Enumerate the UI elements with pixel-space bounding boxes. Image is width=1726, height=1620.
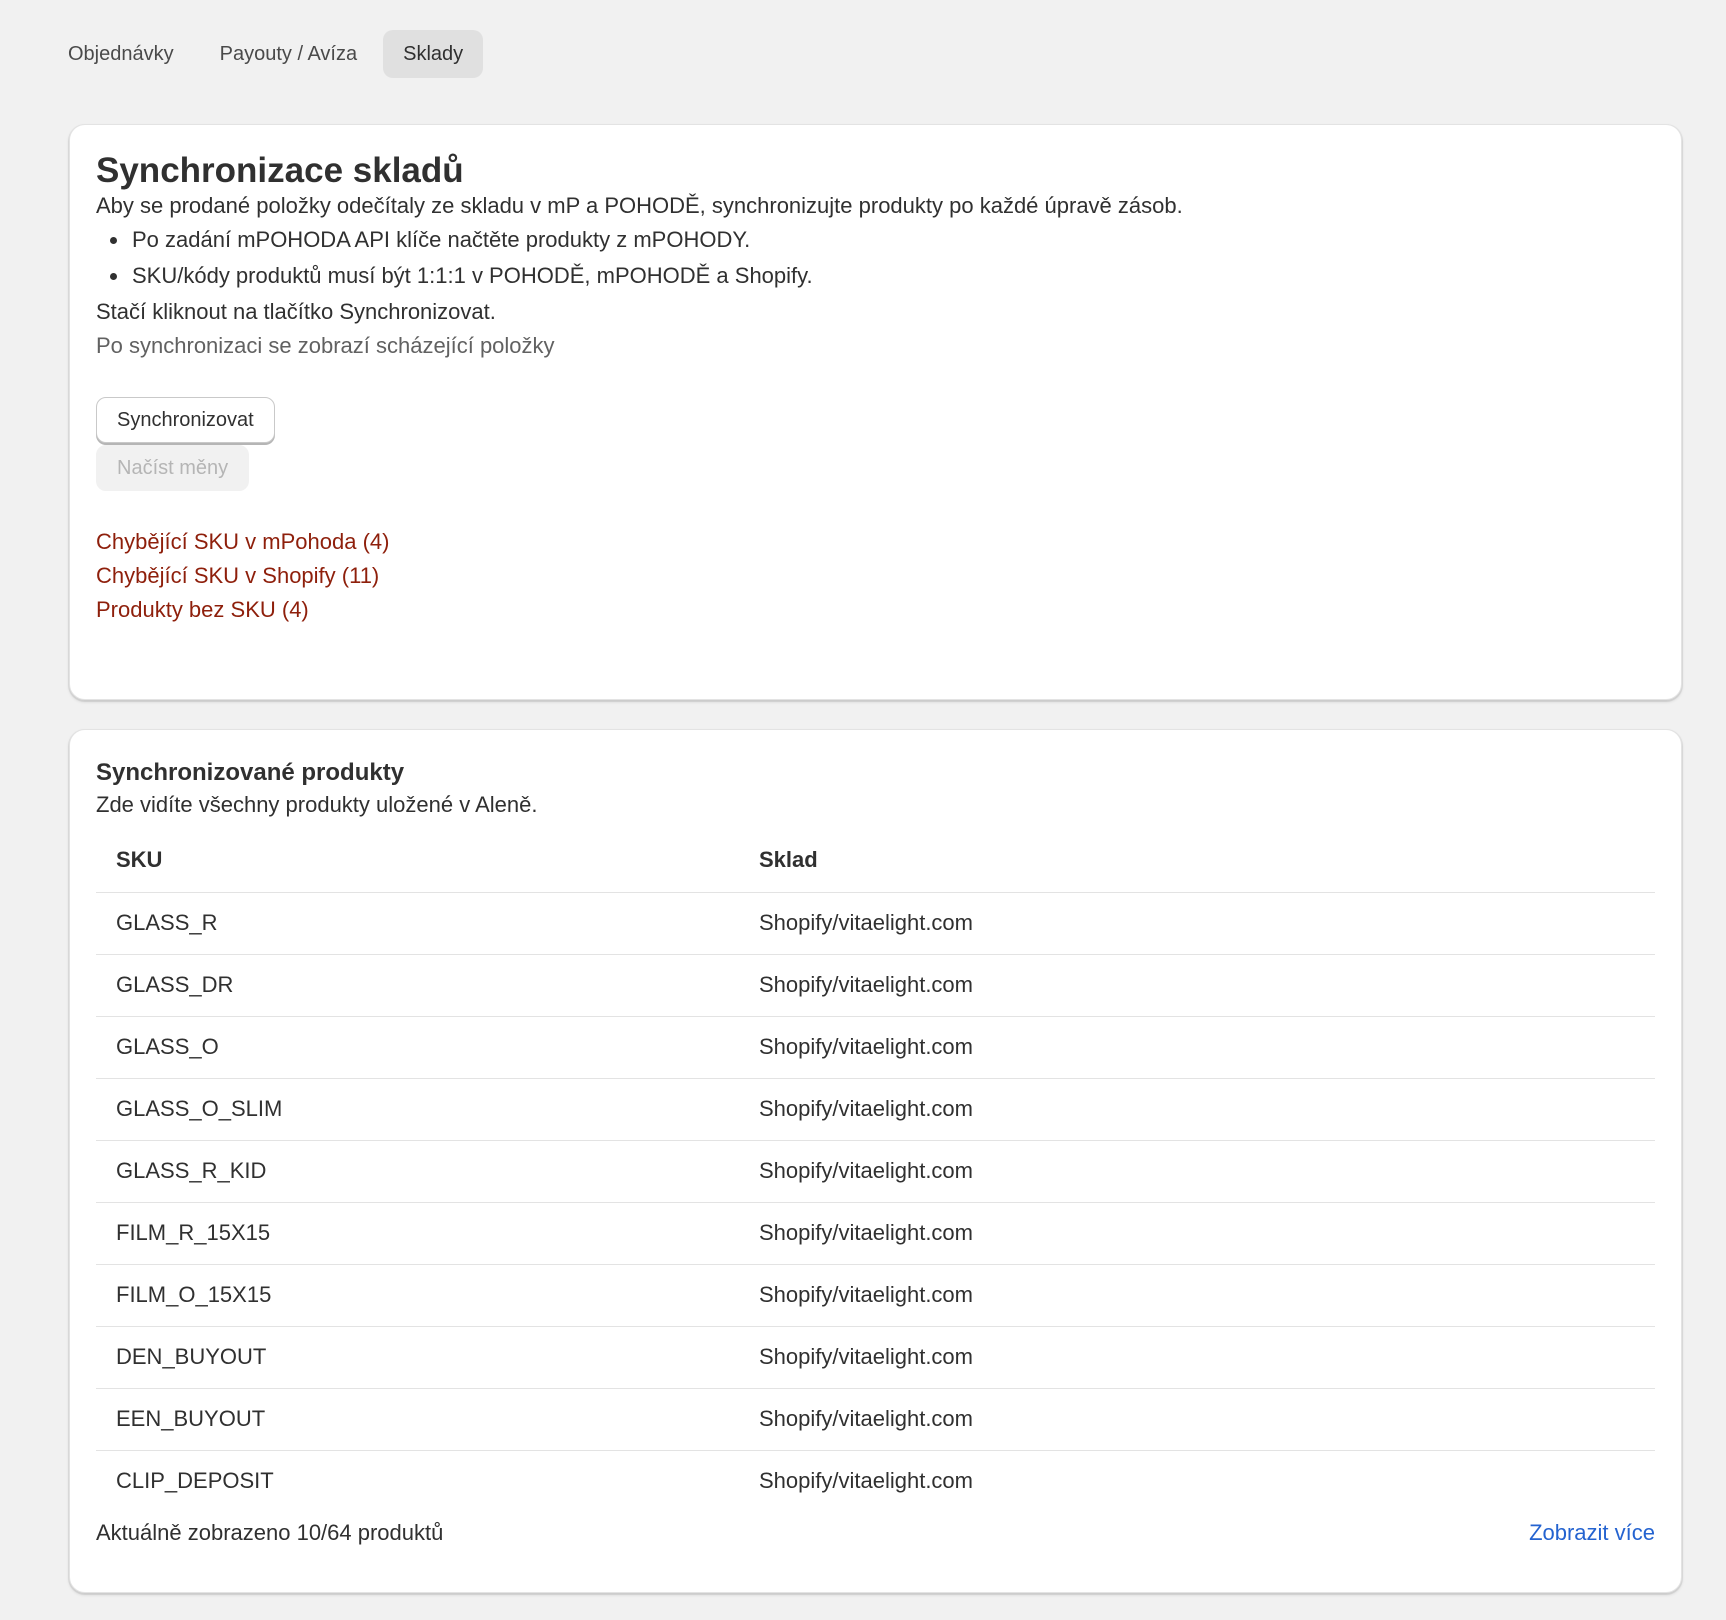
warehouse-cell: Shopify/vitaelight.com	[739, 1264, 1655, 1327]
sync-bullet: SKU/kódy produktů musí být 1:1:1 v POHOD…	[130, 261, 1655, 291]
sku-cell: EEN_BUYOUT	[96, 1388, 739, 1451]
button-group: Synchronizovat Načíst měny	[96, 397, 1655, 491]
table-row: GLASS_R_KID Shopify/vitaelight.com	[96, 1140, 1655, 1203]
table-row: EEN_BUYOUT Shopify/vitaelight.com	[96, 1388, 1655, 1451]
sync-bullet-list: Po zadání mPOHODA API klíče načtěte prod…	[130, 225, 1655, 291]
warehouse-cell: Shopify/vitaelight.com	[739, 1078, 1655, 1141]
sync-note: Po synchronizaci se zobrazí scházející p…	[96, 333, 555, 358]
sync-bullet: Po zadání mPOHODA API klíče načtěte prod…	[130, 225, 1655, 255]
warehouse-cell: Shopify/vitaelight.com	[739, 954, 1655, 1017]
sku-cell: DEN_BUYOUT	[96, 1326, 739, 1389]
sku-cell: FILM_O_15X15	[96, 1264, 739, 1327]
sync-title: Synchronizace skladů	[96, 151, 464, 190]
warehouse-cell: Shopify/vitaelight.com	[739, 1140, 1655, 1203]
sku-cell: GLASS_R_KID	[96, 1140, 739, 1203]
table-row: CLIP_DEPOSIT Shopify/vitaelight.com	[96, 1450, 1655, 1512]
warehouse-cell: Shopify/vitaelight.com	[739, 892, 1655, 955]
warehouse-cell: Shopify/vitaelight.com	[739, 1388, 1655, 1451]
table-header-row: SKU Sklad	[96, 828, 1655, 893]
products-without-sku-link[interactable]: Produkty bez SKU (4)	[96, 593, 1655, 627]
missing-sku-mpohoda-link[interactable]: Chybějící SKU v mPohoda (4)	[96, 525, 1655, 559]
products-count-text: Aktuálně zobrazeno 10/64 produktů	[96, 1520, 444, 1545]
column-header-sku: SKU	[96, 828, 739, 893]
products-subtitle: Zde vidíte všechny produkty uložené v Al…	[96, 792, 538, 817]
load-currencies-button: Načíst měny	[96, 445, 250, 491]
sku-cell: GLASS_O_SLIM	[96, 1078, 739, 1141]
products-table: SKU Sklad GLASS_R Shopify/vitaelight.com…	[96, 828, 1655, 1512]
missing-links: Chybějící SKU v mPohoda (4) Chybějící SK…	[96, 525, 1655, 627]
sku-cell: GLASS_R	[96, 892, 739, 955]
table-row: FILM_R_15X15 Shopify/vitaelight.com	[96, 1202, 1655, 1265]
sku-cell: GLASS_O	[96, 1016, 739, 1079]
sku-cell: GLASS_DR	[96, 954, 739, 1017]
tab-orders[interactable]: Objednávky	[48, 30, 194, 78]
sync-hint: Stačí kliknout na tlačítko Synchronizova…	[96, 299, 496, 324]
column-header-warehouse: Sklad	[739, 828, 1655, 893]
products-title: Synchronizované produkty	[96, 759, 405, 786]
sync-card: Synchronizace skladů Aby se prodané polo…	[69, 124, 1682, 700]
warehouse-cell: Shopify/vitaelight.com	[739, 1016, 1655, 1079]
table-row: FILM_O_15X15 Shopify/vitaelight.com	[96, 1264, 1655, 1327]
tab-warehouses[interactable]: Sklady	[383, 30, 484, 78]
warehouse-cell: Shopify/vitaelight.com	[759, 1468, 973, 1494]
sku-cell: CLIP_DEPOSIT	[116, 1468, 274, 1494]
show-more-link[interactable]: Zobrazit více	[1529, 1520, 1655, 1546]
tab-payouts[interactable]: Payouty / Avíza	[200, 30, 378, 78]
table-row: GLASS_O_SLIM Shopify/vitaelight.com	[96, 1078, 1655, 1141]
table-row: GLASS_O Shopify/vitaelight.com	[96, 1016, 1655, 1079]
sync-intro: Aby se prodané položky odečítaly ze skla…	[96, 193, 1183, 218]
products-card: Synchronizované produkty Zde vidíte všec…	[69, 729, 1682, 1593]
warehouse-cell: Shopify/vitaelight.com	[739, 1326, 1655, 1389]
products-footer: Aktuálně zobrazeno 10/64 produktů Zobraz…	[96, 1518, 1655, 1548]
synchronize-button[interactable]: Synchronizovat	[96, 397, 275, 443]
tab-bar: Objednávky Payouty / Avíza Sklady	[48, 30, 484, 78]
table-row: DEN_BUYOUT Shopify/vitaelight.com	[96, 1326, 1655, 1389]
missing-sku-shopify-link[interactable]: Chybějící SKU v Shopify (11)	[96, 559, 1655, 593]
table-row: GLASS_R Shopify/vitaelight.com	[96, 892, 1655, 955]
warehouse-cell: Shopify/vitaelight.com	[739, 1202, 1655, 1265]
sku-cell: FILM_R_15X15	[96, 1202, 739, 1265]
table-row: GLASS_DR Shopify/vitaelight.com	[96, 954, 1655, 1017]
